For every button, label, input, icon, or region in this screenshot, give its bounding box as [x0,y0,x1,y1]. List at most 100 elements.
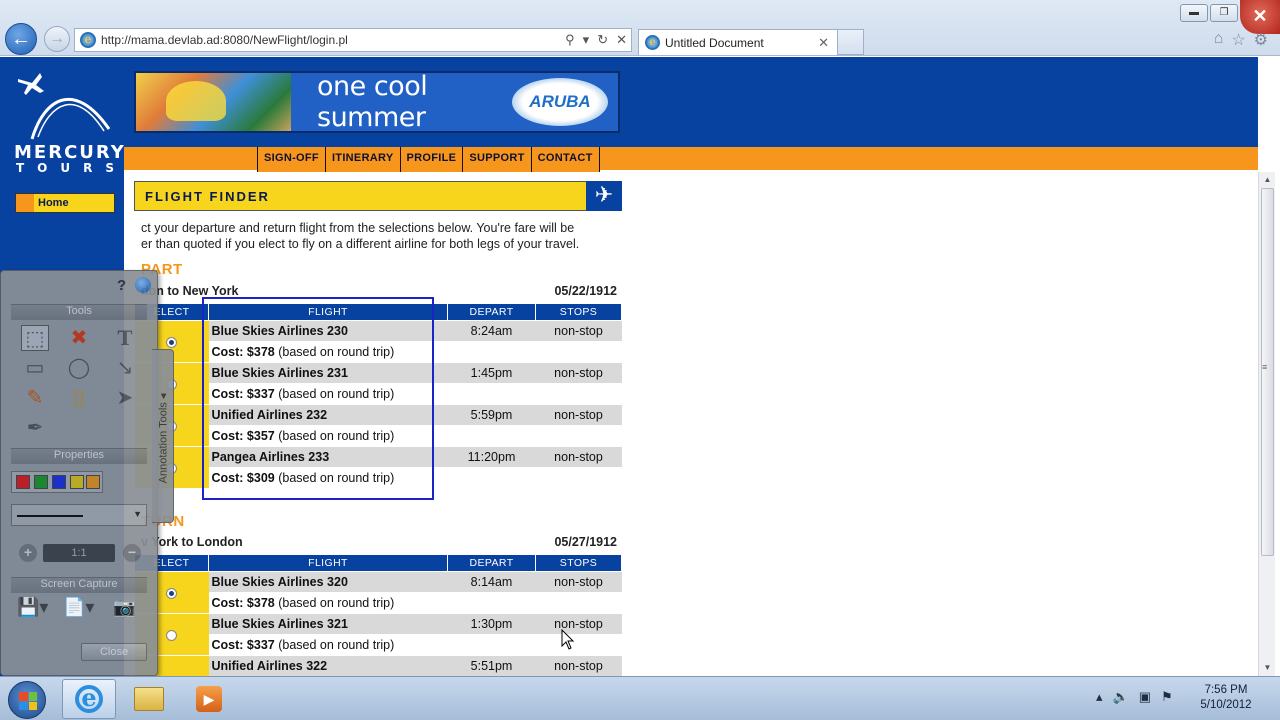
pointer-icon[interactable]: ➤ [111,385,139,411]
taskbar-media-button[interactable]: ▶ [182,679,236,719]
scroll-grip-icon: ≡ [1262,362,1268,372]
palette-close-button[interactable]: Close [81,643,147,661]
table-row: Blue Skies Airlines 320 8:14am non-stop [134,571,622,614]
col-depart: DEPART [447,303,536,321]
home-icon[interactable]: ⌂ [1214,30,1224,50]
menu-sign-off[interactable]: SIGN-OFF [257,147,326,172]
side-nav-home-label: Home [38,197,69,209]
annotation-tools-tab[interactable]: Annotation Tools ◂ [152,349,174,523]
back-arrow-icon[interactable]: ← [5,23,37,55]
logo-word-mercury: MERCURY [14,142,126,163]
flight-time: 11:20pm [447,446,536,468]
airplane-icon: ✈ [586,181,622,211]
flight-stops: non-stop [535,613,622,635]
clock-date: 5/10/2012 [1200,699,1252,711]
highlighter-icon[interactable]: ✎ [21,385,49,411]
flight-cost: Cost: $337 (based on round trip) [208,634,622,656]
refresh-icon[interactable]: ↻ [597,32,608,48]
zoom-in-button[interactable]: + [19,544,37,562]
menu-contact[interactable]: CONTACT [530,147,600,172]
intro-line-2: er than quoted if you elect to fly on a … [141,237,580,251]
pin-icon[interactable] [135,277,151,293]
document-capture-icon[interactable]: 📄▾ [63,597,103,621]
web-page: MERCURY TOURS one cool summer ARUBA SIGN… [0,57,1258,676]
table-row: Cost: $337 (based on round trip) [135,634,622,656]
flight-name: Blue Skies Airlines 321 [208,613,448,635]
logo-word-tours: TOURS [16,161,128,175]
forward-arrow-icon[interactable]: → [44,26,70,52]
radio-button[interactable] [166,629,177,641]
select-icon[interactable]: ⬚ [21,325,49,351]
minimize-button[interactable]: ▬ [1180,4,1208,22]
menu-profile[interactable]: PROFILE [399,147,464,172]
save-capture-icon[interactable]: 💾▾ [17,597,57,621]
side-nav-marker [16,194,34,212]
zoom-out-button[interactable]: − [123,544,141,562]
start-button[interactable] [8,681,46,719]
text-icon[interactable]: T [111,325,139,351]
flight-time: 8:14am [447,571,536,593]
tools-header: Tools [11,304,147,320]
speaker-icon[interactable]: 🔈 [1113,689,1129,705]
network-icon[interactable]: ▣ [1139,689,1151,705]
eyedropper-icon[interactable]: ✒ [21,415,49,441]
color-swatch-blue[interactable] [52,475,66,489]
camera-icon[interactable]: 📷 [113,597,153,621]
taskbar-clock[interactable]: 7:56 PM 5/10/2012 [1188,683,1264,713]
marker-icon[interactable]: ▯ [65,385,93,411]
dropdown-icon[interactable]: ▾ [583,32,590,48]
search-icon[interactable]: ⚲ [565,32,575,48]
cost-note: (based on round trip) [278,638,395,652]
radio-button[interactable] [166,587,177,599]
rectangle-icon[interactable]: ▭ [21,355,49,381]
flight-time: 5:59pm [447,404,536,426]
ellipse-icon[interactable]: ◯ [65,355,93,381]
delete-icon[interactable]: ✖ [65,325,93,351]
mercury-tours-logo[interactable]: MERCURY TOURS [10,65,124,175]
show-hidden-icons-icon[interactable]: ▴ [1096,689,1103,705]
radio-button[interactable] [166,336,177,348]
action-center-flag-icon[interactable]: ⚑ [1161,689,1173,705]
flight-stops: non-stop [535,446,622,468]
vertical-scrollbar[interactable]: ▲ ≡ ▼ [1258,172,1275,676]
flight-name: Unified Airlines 322 [208,655,448,676]
window-controls: ▬ ❐ ✕ [1178,0,1280,34]
arrow-icon[interactable]: ↘ [111,355,139,381]
annotation-tools-palette: ? Tools ⬚ ✖ T ▭ ◯ ↘ ✎ ▯ ➤ ✒ Properties ▼… [0,270,158,676]
system-tray: ▴ 🔈 ▣ ⚑ [1096,689,1173,705]
flight-stops: non-stop [535,571,622,593]
restore-button[interactable]: ❐ [1210,4,1238,22]
scroll-down-arrow-icon[interactable]: ▼ [1259,660,1276,676]
scroll-up-arrow-icon[interactable]: ▲ [1259,172,1276,188]
browser-tab[interactable]: e Untitled Document ✕ [638,29,838,55]
chevron-down-icon: ▼ [133,509,142,519]
flight-stops: non-stop [535,320,622,342]
cost-value: $337 [246,638,275,652]
taskbar-explorer-button[interactable] [122,679,176,719]
windows-flag-icon [19,692,37,710]
menu-itinerary[interactable]: ITINERARY [324,147,401,172]
menu-support[interactable]: SUPPORT [462,147,532,172]
tab-close-icon[interactable]: ✕ [818,35,829,51]
color-swatch-yellow[interactable] [70,475,84,489]
gear-icon[interactable]: ⚙ [1254,30,1268,50]
browser-tools: ⌂ ☆ ⚙ [1214,30,1268,50]
scroll-thumb[interactable] [1261,188,1274,556]
stop-icon[interactable]: ✕ [616,32,627,48]
color-swatch-red[interactable] [16,475,30,489]
new-tab-button[interactable] [838,29,864,55]
color-swatch-green[interactable] [34,475,48,489]
side-nav-home[interactable]: Home [15,193,115,213]
help-icon[interactable]: ? [117,277,126,294]
line-style-select[interactable]: ▼ [11,504,147,526]
taskbar-ie-button[interactable]: e [62,679,116,719]
color-swatch-orange[interactable] [86,475,100,489]
zoom-control: + 1:1 − [11,543,147,563]
aruba-banner-ad[interactable]: one cool summer ARUBA [134,71,620,133]
intro-line-1: ct your departure and return flight from… [141,221,575,235]
window-close-button[interactable]: ✕ [1240,0,1280,34]
favorites-star-icon[interactable]: ☆ [1231,30,1245,50]
address-url[interactable]: http://mama.devlab.ad:8080/NewFlight/log… [101,33,561,47]
address-bar[interactable]: e http://mama.devlab.ad:8080/NewFlight/l… [74,28,632,52]
zoom-value: 1:1 [43,544,115,562]
